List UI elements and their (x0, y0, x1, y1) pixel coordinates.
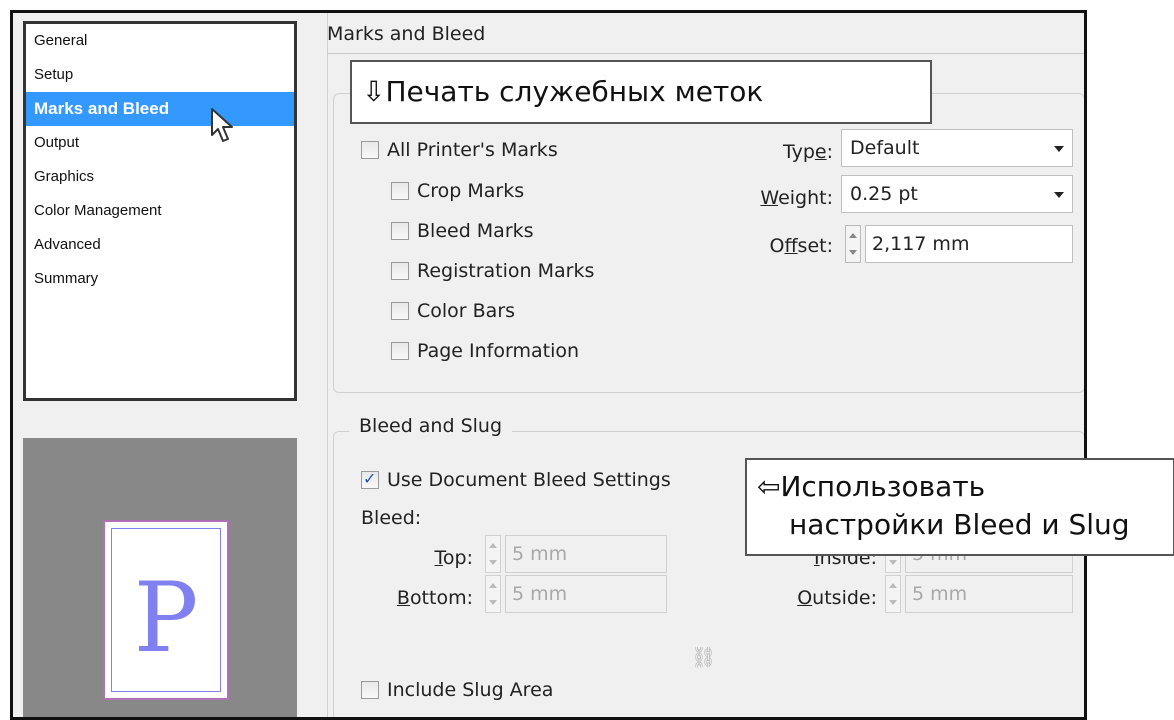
checkbox-label: Color Bars (417, 300, 516, 322)
nav-item-output[interactable]: Output (26, 126, 294, 160)
checkbox-box[interactable] (361, 141, 379, 159)
crop-marks-checkbox[interactable]: Crop Marks (391, 178, 524, 204)
nav-item-marks-and-bleed[interactable]: Marks and Bleed (26, 92, 294, 126)
offset-stepper[interactable] (845, 225, 861, 263)
category-list: General Setup Marks and Bleed Output Gra… (23, 21, 297, 401)
nav-item-color-management[interactable]: Color Management (26, 194, 294, 228)
nav-item-graphics[interactable]: Graphics (26, 160, 294, 194)
offset-label: Offset: (769, 235, 833, 257)
type-dropdown[interactable]: Default (841, 129, 1073, 167)
top-stepper[interactable] (485, 535, 501, 573)
checkbox-box[interactable] (361, 681, 379, 699)
weight-value: 0.25 pt (850, 183, 918, 205)
checkbox-box[interactable] (391, 222, 409, 240)
type-label: Type: (782, 141, 833, 163)
nav-item-advanced[interactable]: Advanced (26, 228, 294, 262)
bottom-label: Bottom: (396, 587, 473, 609)
outside-stepper[interactable] (885, 575, 901, 613)
bottom-stepper[interactable] (485, 575, 501, 613)
checkbox-box[interactable] (391, 182, 409, 200)
checkbox-label: Page Information (417, 340, 580, 362)
checkbox-label: Use Document Bleed Settings (387, 469, 671, 491)
checkbox-box[interactable] (391, 262, 409, 280)
checkbox-label: Bleed Marks (417, 220, 534, 242)
bleed-label: Bleed: (361, 507, 422, 529)
checkbox-box[interactable] (391, 342, 409, 360)
nav-item-setup[interactable]: Setup (26, 58, 294, 92)
marks-annotation: ⇩Печать служебных меток (350, 60, 932, 124)
top-label: Top: (434, 547, 473, 569)
bleed-annotation-line2: настройки Bleed и Slug (789, 508, 1130, 541)
checkbox-label: Registration Marks (417, 260, 595, 282)
chevron-down-icon (1054, 192, 1064, 198)
all-printers-marks-checkbox[interactable]: All Printer's Marks (361, 137, 558, 163)
bleed-annotation-line1: ⇦Использовать (757, 470, 986, 503)
include-slug-area-checkbox[interactable]: Include Slug Area (361, 677, 553, 703)
bleed-marks-checkbox[interactable]: Bleed Marks (391, 218, 534, 244)
chevron-down-icon (1054, 146, 1064, 152)
weight-label: Weight: (760, 187, 833, 209)
page-information-checkbox[interactable]: Page Information (391, 338, 579, 364)
panel-divider (327, 13, 328, 717)
offset-input[interactable]: 2,117 mm (865, 225, 1073, 263)
nav-item-summary[interactable]: Summary (26, 262, 294, 296)
checkbox-box[interactable] (391, 302, 409, 320)
chain-link-icon[interactable]: ⛓ (691, 645, 716, 669)
use-document-bleed-checkbox[interactable]: Use Document Bleed Settings (361, 467, 671, 493)
checkbox-box[interactable] (361, 469, 379, 489)
bottom-input[interactable]: 5 mm (505, 575, 667, 613)
color-bars-checkbox[interactable]: Color Bars (391, 298, 515, 324)
print-preview: P (23, 438, 297, 717)
type-value: Default (850, 137, 920, 159)
section-rule (327, 53, 1084, 54)
checkbox-label: Include Slug Area (387, 679, 554, 701)
registration-marks-checkbox[interactable]: Registration Marks (391, 258, 594, 284)
nav-item-general[interactable]: General (26, 24, 294, 58)
bleed-slug-legend: Bleed and Slug (349, 415, 513, 437)
outside-input[interactable]: 5 mm (905, 575, 1073, 613)
preview-letter: P (133, 562, 199, 674)
top-input[interactable]: 5 mm (505, 535, 667, 573)
mouse-cursor-icon (211, 108, 233, 142)
outside-label: Outside: (797, 587, 877, 609)
weight-dropdown[interactable]: 0.25 pt (841, 175, 1073, 213)
bleed-annotation: ⇦Использовать настройки Bleed и Slug (745, 458, 1174, 556)
checkbox-label: All Printer's Marks (387, 139, 558, 161)
preview-page: P (103, 520, 229, 700)
section-title: Marks and Bleed (327, 23, 486, 45)
checkbox-label: Crop Marks (417, 180, 525, 202)
